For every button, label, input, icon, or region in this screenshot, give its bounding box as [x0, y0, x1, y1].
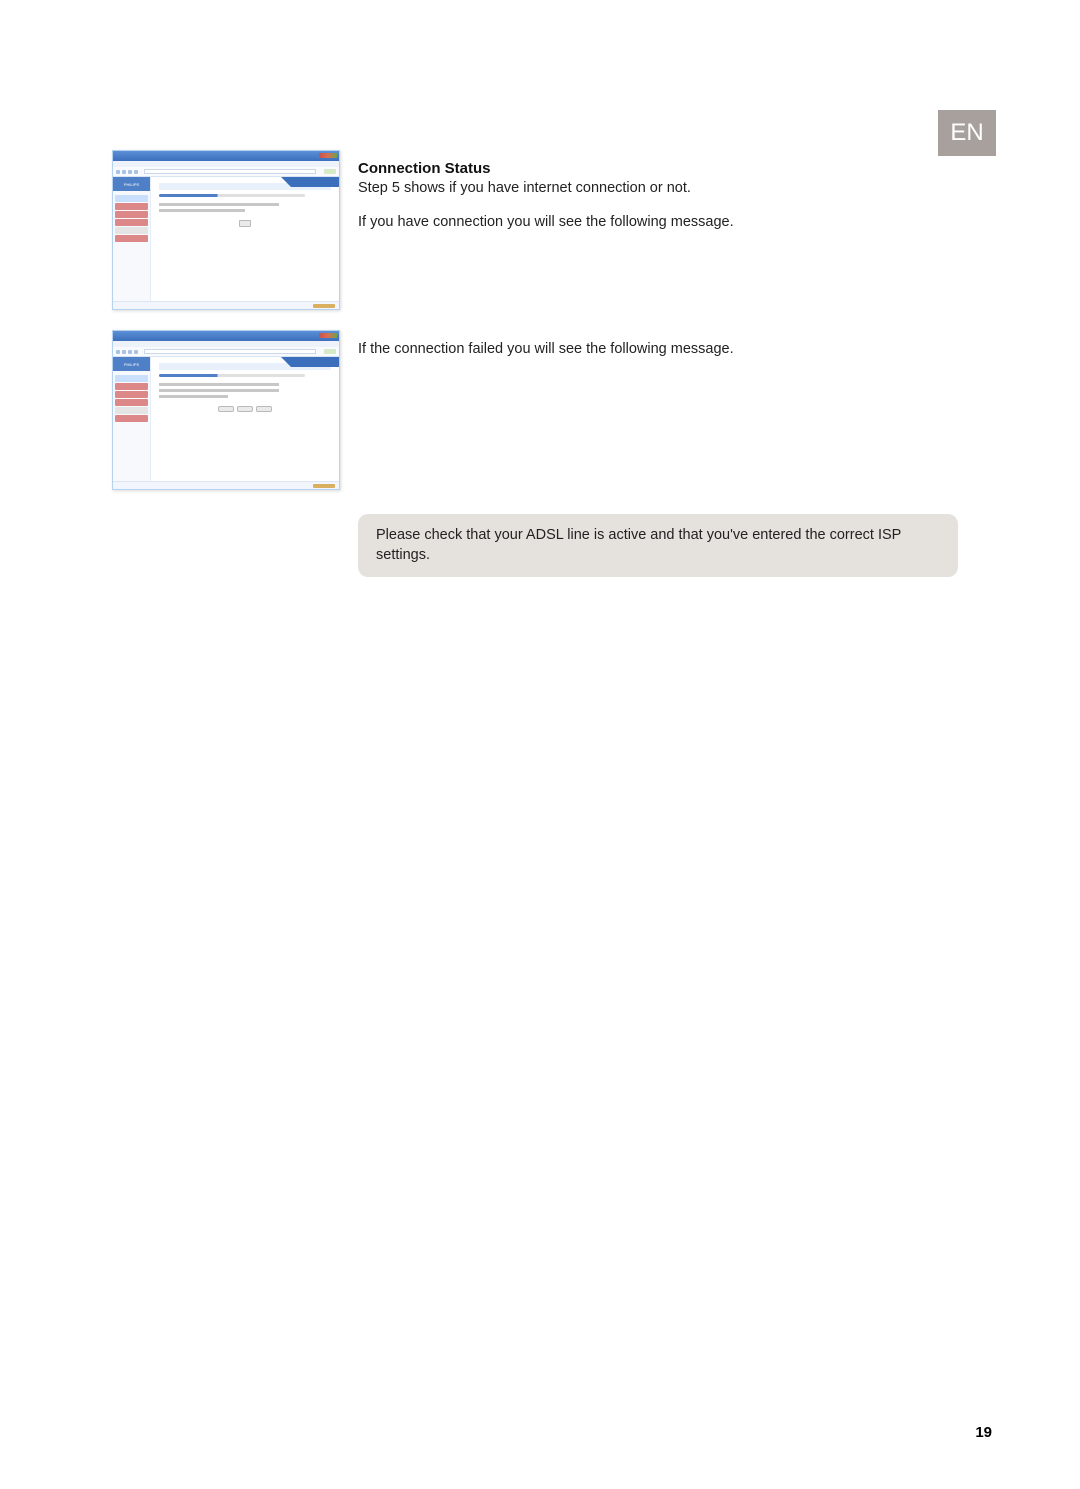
philips-logo: PHILIPS: [113, 177, 150, 191]
screenshot-failed: PHILIPS: [112, 330, 340, 490]
ss-main: [151, 177, 339, 301]
address-bar: [144, 349, 316, 354]
screenshot-success: PHILIPS: [112, 150, 340, 310]
ss-sidebar: PHILIPS: [113, 357, 151, 481]
para-failed: If the connection failed you will see th…: [358, 340, 962, 360]
text-failed: If the connection failed you will see th…: [358, 330, 962, 374]
next-button-icon: [237, 406, 253, 412]
page-number: 19: [975, 1424, 992, 1441]
ss-statusbar: [113, 481, 339, 489]
para-success: If you have connection you will see the …: [358, 213, 962, 233]
para-step5: Step 5 shows if you have internet connec…: [358, 179, 962, 199]
back-button-icon: [218, 406, 234, 412]
ss-toolbar: [113, 167, 339, 177]
note-box: Please check that your ADSL line is acti…: [358, 514, 958, 577]
ok-button-icon: [239, 220, 251, 227]
ss-main: [151, 357, 339, 481]
address-bar: [144, 169, 316, 174]
ss-sidebar: PHILIPS: [113, 177, 151, 301]
page-content: PHILIPS Con: [112, 150, 962, 577]
row-failed: PHILIPS: [112, 330, 962, 490]
ok-button-icon: [256, 406, 272, 412]
ss-toolbar: [113, 347, 339, 357]
philips-logo: PHILIPS: [113, 357, 150, 371]
go-button-icon: [324, 169, 336, 174]
section-title: Connection Status: [358, 160, 962, 177]
ss-statusbar: [113, 301, 339, 309]
go-button-icon: [324, 349, 336, 354]
ss-titlebar: [113, 331, 339, 341]
row-success: PHILIPS Con: [112, 150, 962, 310]
text-success: Connection Status Step 5 shows if you ha…: [358, 150, 962, 246]
ss-titlebar: [113, 151, 339, 161]
